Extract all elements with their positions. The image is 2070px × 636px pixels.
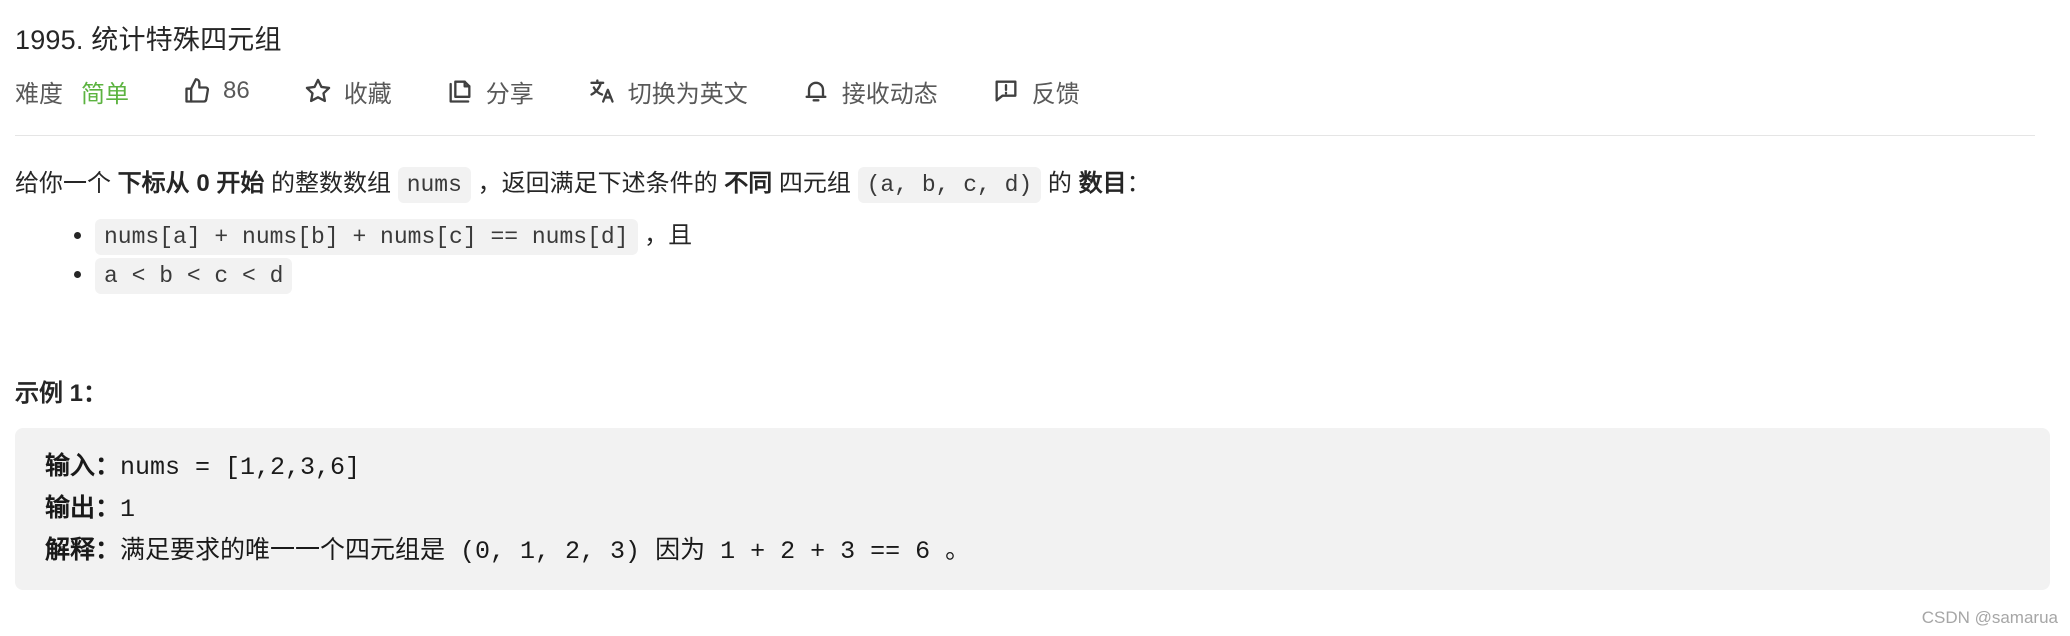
- example-input-value: nums = [1,2,3,6]: [120, 453, 361, 482]
- example-explain-line: 解释：满足要求的唯一一个四元组是 (0, 1, 2, 3) 因为 1 + 2 +…: [45, 530, 2035, 572]
- example-explain-end: 。: [945, 536, 971, 564]
- desc-text: 给你一个: [15, 170, 118, 197]
- translate-button[interactable]: 切换为英文: [588, 74, 748, 109]
- inline-code-nums: nums: [397, 167, 471, 203]
- like-button[interactable]: 86: [183, 77, 250, 105]
- desc-bold-distinct: 不同: [724, 170, 773, 197]
- example-explain-text: 因为: [655, 536, 706, 564]
- example-block: 输入：nums = [1,2,3,6] 输出：1 解释：满足要求的唯一一个四元组…: [15, 428, 2050, 590]
- problem-title: 1995. 统计特殊四元组: [15, 25, 282, 55]
- favorite-label: 收藏: [343, 80, 392, 108]
- desc-text: 的: [1041, 170, 1079, 197]
- example-title: 示例 1：: [15, 380, 108, 407]
- subscribe-button[interactable]: 接收动态: [802, 74, 938, 109]
- difficulty-label: 难度: [15, 80, 63, 108]
- desc-bold-index: 下标从 0 开始: [117, 170, 265, 197]
- feedback-button[interactable]: 反馈: [992, 74, 1080, 109]
- condition-code: a < b < c < d: [95, 258, 293, 294]
- translate-icon: [588, 77, 616, 105]
- divider: [15, 135, 2035, 136]
- feedback-label: 反馈: [1031, 80, 1080, 108]
- condition-suffix: ，且: [637, 222, 693, 249]
- problem-meta-bar: 难度 简单 86 收藏 分享 切换为英文 接收动态 反馈: [15, 71, 2045, 111]
- share-label: 分享: [485, 80, 534, 108]
- example-explain-code: (0, 1, 2, 3): [445, 537, 656, 566]
- example-input-label: 输入：: [45, 452, 121, 480]
- favorite-button[interactable]: 收藏: [304, 74, 392, 109]
- desc-text: 四元组: [772, 170, 858, 197]
- watermark: CSDN @samarua: [1921, 608, 2058, 627]
- desc-bold-count: 数目: [1078, 170, 1127, 197]
- desc-text: ：: [1126, 170, 1151, 197]
- condition-list: nums[a] + nums[b] + nums[c] == nums[d] ，…: [15, 217, 2045, 295]
- example-explain-code: 1 + 2 + 3 == 6: [705, 537, 946, 566]
- translate-label: 切换为英文: [627, 80, 748, 108]
- problem-page: 1995. 统计特殊四元组 难度 简单 86 收藏 分享 切换为英文 接收动态 …: [15, 0, 2050, 590]
- share-icon: [446, 77, 474, 105]
- desc-text: 的整数数组: [264, 170, 398, 197]
- example-input-line: 输入：nums = [1,2,3,6]: [45, 446, 2035, 488]
- condition-item: nums[a] + nums[b] + nums[c] == nums[d] ，…: [95, 217, 2045, 256]
- example-output-value: 1: [120, 495, 136, 524]
- thumbs-up-icon: [183, 77, 211, 105]
- feedback-icon: [992, 77, 1020, 105]
- star-icon: [304, 77, 332, 105]
- problem-description: 给你一个 下标从 0 开始 的整数数组 nums ，返回满足下述条件的 不同 四…: [15, 164, 2045, 205]
- share-button[interactable]: 分享: [446, 74, 534, 109]
- example-output-line: 输出：1: [45, 488, 2035, 530]
- example-output-label: 输出：: [45, 494, 121, 522]
- like-count: 86: [223, 77, 250, 104]
- condition-item: a < b < c < d: [95, 256, 2045, 295]
- bell-icon: [802, 77, 830, 105]
- example-explain-label: 解释：: [45, 536, 121, 564]
- example-explain-text: 满足要求的唯一一个四元组是: [120, 536, 446, 564]
- condition-code: nums[a] + nums[b] + nums[c] == nums[d]: [95, 219, 638, 255]
- difficulty-badge: 简单: [81, 80, 129, 108]
- inline-code-quadruplet: (a, b, c, d): [857, 167, 1042, 203]
- subscribe-label: 接收动态: [841, 80, 938, 108]
- desc-text: ，返回满足下述条件的: [470, 170, 725, 197]
